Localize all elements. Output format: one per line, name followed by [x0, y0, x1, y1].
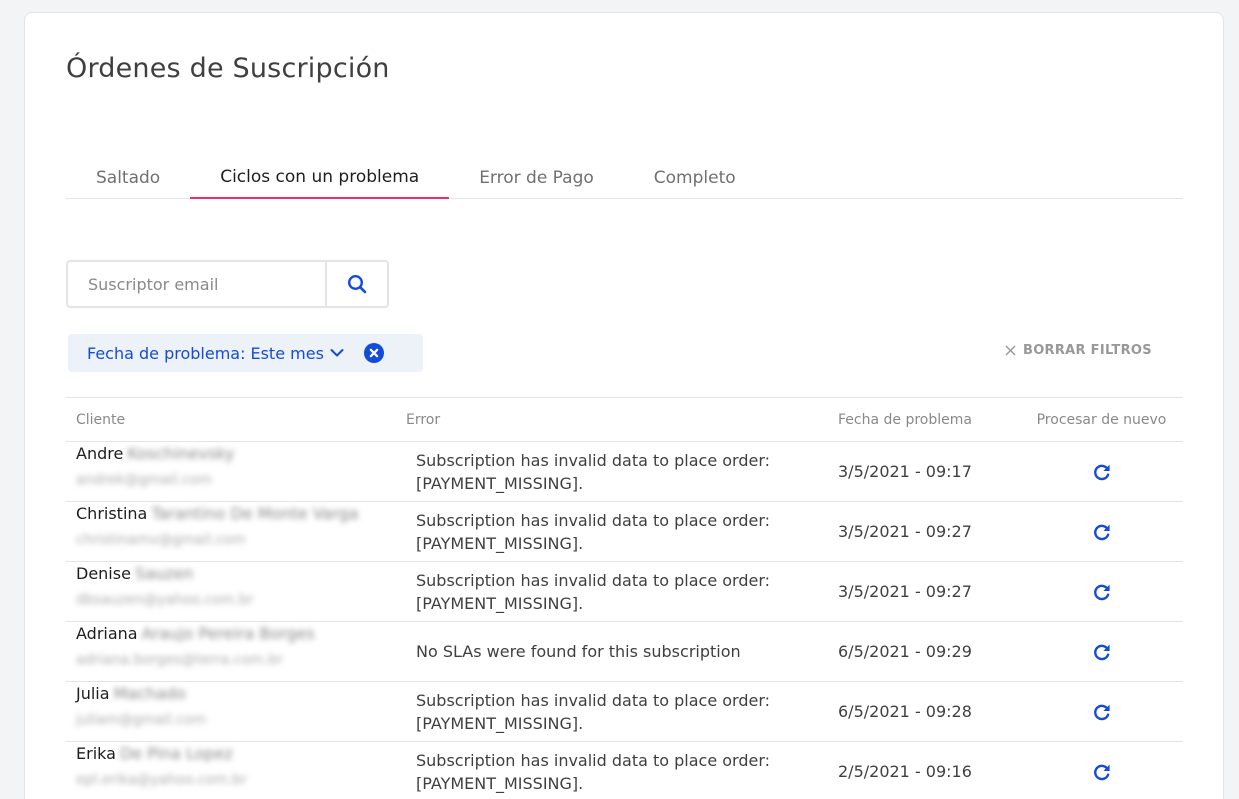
- filter-chip-fecha[interactable]: Fecha de problema: Este mes: [68, 334, 423, 372]
- error-cell: Subscription has invalid data to place o…: [396, 741, 828, 799]
- search-button[interactable]: [327, 262, 387, 306]
- table-body: Andre Koschinevsky andrek@gmail.com Subsc…: [66, 441, 1183, 799]
- client-cell: Christina Tarantino De Monte Varga christ…: [66, 501, 396, 562]
- client-cell: Erika De Pina Lopez epl.erika@yahoo.com.b…: [66, 741, 396, 799]
- tab-saltado[interactable]: Saltado: [66, 156, 190, 199]
- chevron-down-icon[interactable]: [330, 348, 344, 358]
- customer-email: andrek@gmail.com: [76, 472, 212, 488]
- client-cell: Adriana Araujo Pereira Borges adriana.bor…: [66, 621, 396, 682]
- reprocess-cell: [1015, 501, 1183, 562]
- date-cell: 3/5/2021 - 09:27: [828, 561, 1015, 622]
- filter-label: Fecha de problema:: [87, 343, 246, 363]
- table-header-row: Cliente Error Fecha de problema Procesar…: [66, 397, 1183, 442]
- clear-filters-button[interactable]: BORRAR FILTROS: [1005, 340, 1152, 360]
- refresh-icon[interactable]: [1088, 578, 1116, 606]
- refresh-icon[interactable]: [1088, 758, 1116, 786]
- error-cell: No SLAs were found for this subscription: [396, 621, 828, 682]
- customer-first-name: Erika: [76, 744, 116, 763]
- customer-first-name: Christina: [76, 504, 148, 523]
- problem-date: 3/5/2021 - 09:27: [838, 522, 972, 541]
- customer-email: juliam@gmail.com: [76, 712, 206, 728]
- date-cell: 6/5/2021 - 09:29: [828, 621, 1015, 682]
- date-cell: 3/5/2021 - 09:17: [828, 441, 1015, 502]
- customer-first-name: Adriana: [76, 624, 138, 643]
- error-cell: Subscription has invalid data to place o…: [396, 681, 828, 742]
- orders-table: Cliente Error Fecha de problema Procesar…: [66, 397, 1183, 799]
- error-message: Subscription has invalid data to place o…: [416, 570, 771, 613]
- problem-date: 3/5/2021 - 09:17: [838, 462, 972, 481]
- subscription-orders-card: Órdenes de Suscripción Saltado Ciclos co…: [24, 12, 1224, 799]
- error-message: Subscription has invalid data to place o…: [416, 690, 771, 733]
- clear-filters-label: BORRAR FILTROS: [1023, 342, 1152, 358]
- customer-email: adriana.borges@terra.com.br: [76, 652, 283, 668]
- error-cell: Subscription has invalid data to place o…: [396, 441, 828, 502]
- problem-date: 3/5/2021 - 09:27: [838, 582, 972, 601]
- error-message: Subscription has invalid data to place o…: [416, 450, 771, 493]
- reprocess-cell: [1015, 561, 1183, 622]
- customer-first-name: Denise: [76, 564, 131, 583]
- page-title: Órdenes de Suscripción: [66, 53, 390, 84]
- refresh-icon[interactable]: [1088, 518, 1116, 546]
- close-circle-icon[interactable]: [363, 343, 384, 363]
- customer-email: christinamv@gmail.com: [76, 532, 246, 548]
- customer-email: epl.erika@yahoo.com.br: [76, 772, 247, 788]
- search-icon: [347, 274, 367, 294]
- problem-date: 6/5/2021 - 09:28: [838, 702, 972, 721]
- customer-email: dbsauzen@yahoo.com.br: [76, 592, 254, 608]
- problem-date: 6/5/2021 - 09:29: [838, 642, 972, 661]
- refresh-icon[interactable]: [1088, 698, 1116, 726]
- col-header-procesar: Procesar de nuevo: [1015, 397, 1183, 442]
- client-cell: Julia Machado juliam@gmail.com: [66, 681, 396, 742]
- date-cell: 3/5/2021 - 09:27: [828, 501, 1015, 562]
- col-header-error: Error: [396, 397, 828, 442]
- filter-value: Este mes: [250, 343, 324, 363]
- search-box: [66, 260, 389, 308]
- problem-date: 2/5/2021 - 09:16: [838, 762, 972, 781]
- customer-first-name: Julia: [76, 684, 110, 703]
- error-message: Subscription has invalid data to place o…: [416, 510, 771, 553]
- date-cell: 6/5/2021 - 09:28: [828, 681, 1015, 742]
- customer-last-name: Sauzen: [134, 564, 194, 583]
- tab-ciclos-con-un-problema[interactable]: Ciclos con un problema: [190, 156, 450, 199]
- col-header-cliente: Cliente: [66, 397, 396, 442]
- table-row: Christina Tarantino De Monte Varga christ…: [66, 501, 1183, 562]
- search-input[interactable]: [68, 262, 327, 306]
- reprocess-cell: [1015, 621, 1183, 682]
- customer-first-name: Andre: [76, 444, 124, 463]
- table-row: Julia Machado juliam@gmail.com Subscripti…: [66, 681, 1183, 742]
- error-message: Subscription has invalid data to place o…: [416, 750, 771, 793]
- refresh-icon[interactable]: [1088, 458, 1116, 486]
- client-cell: Denise Sauzen dbsauzen@yahoo.com.br: [66, 561, 396, 622]
- error-cell: Subscription has invalid data to place o…: [396, 561, 828, 622]
- customer-last-name: Araujo Pereira Borges: [141, 624, 315, 643]
- col-header-fecha: Fecha de problema: [828, 397, 1015, 442]
- tab-error-de-pago[interactable]: Error de Pago: [449, 156, 624, 199]
- customer-last-name: Koschinevsky: [127, 444, 235, 463]
- client-cell: Andre Koschinevsky andrek@gmail.com: [66, 441, 396, 502]
- customer-last-name: De Pina Lopez: [119, 744, 233, 763]
- reprocess-cell: [1015, 441, 1183, 502]
- date-cell: 2/5/2021 - 09:16: [828, 741, 1015, 799]
- table-row: Adriana Araujo Pereira Borges adriana.bor…: [66, 621, 1183, 682]
- customer-last-name: Tarantino De Monte Varga: [151, 504, 359, 523]
- reprocess-cell: [1015, 681, 1183, 742]
- error-cell: Subscription has invalid data to place o…: [396, 501, 828, 562]
- customer-last-name: Machado: [113, 684, 186, 703]
- tab-bar: Saltado Ciclos con un problema Error de …: [66, 156, 1183, 199]
- table-row: Denise Sauzen dbsauzen@yahoo.com.br Subsc…: [66, 561, 1183, 622]
- reprocess-cell: [1015, 741, 1183, 799]
- table-row: Andre Koschinevsky andrek@gmail.com Subsc…: [66, 441, 1183, 502]
- table-row: Erika De Pina Lopez epl.erika@yahoo.com.b…: [66, 741, 1183, 799]
- tab-completo[interactable]: Completo: [624, 156, 766, 199]
- error-message: No SLAs were found for this subscription: [416, 642, 741, 661]
- refresh-icon[interactable]: [1088, 638, 1116, 666]
- close-icon: [1005, 345, 1016, 356]
